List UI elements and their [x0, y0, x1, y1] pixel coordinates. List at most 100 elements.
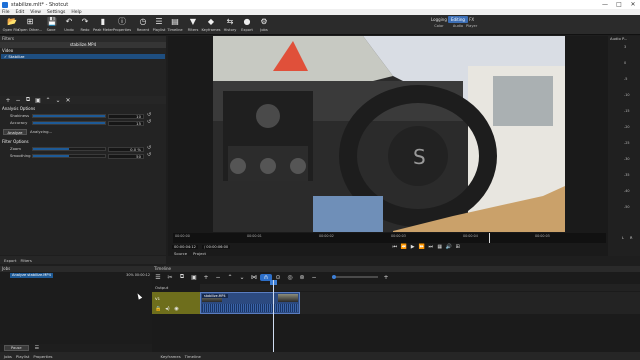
- job-row[interactable]: Analyze stabilize.MP4 30% 00:00:12: [0, 272, 152, 278]
- cut-icon[interactable]: ✂: [164, 274, 176, 281]
- overwrite-icon[interactable]: ⌄: [236, 274, 248, 281]
- smoothing-slider[interactable]: [32, 154, 106, 158]
- track-header-v1[interactable]: V1 🔒 ◂) ◉: [152, 292, 200, 314]
- rewind-icon[interactable]: ⏪: [399, 244, 408, 250]
- menu-help[interactable]: Help: [71, 10, 81, 15]
- menu-settings[interactable]: Settings: [47, 10, 65, 15]
- save-button[interactable]: 💾 Save: [42, 16, 60, 34]
- minimize-button[interactable]: —: [598, 1, 612, 8]
- export-icon: ●: [243, 17, 251, 26]
- mute-icon[interactable]: ◂): [163, 306, 172, 312]
- stabilize-filter-item[interactable]: ✓ Stabilize: [1, 54, 165, 59]
- maximize-button[interactable]: □: [612, 1, 626, 8]
- tab-timeline[interactable]: Timeline: [185, 354, 201, 359]
- current-timecode[interactable]: 00:00:04:12: [172, 245, 198, 249]
- zoom-out-icon[interactable]: −: [308, 274, 320, 281]
- peak-meter-button[interactable]: ▮ Peak Meter: [93, 16, 113, 34]
- timeline-clip[interactable]: stabilize.MP4: [200, 292, 300, 314]
- timeline-menu-icon[interactable]: ☰: [152, 274, 164, 281]
- open-other-button[interactable]: ⊞ Open Other...: [18, 16, 42, 34]
- tab-project[interactable]: Project: [193, 251, 206, 256]
- layout-player-button[interactable]: Player: [466, 24, 477, 28]
- copy-filter-button[interactable]: ⧉: [23, 96, 33, 104]
- accuracy-value[interactable]: 15: [108, 120, 144, 126]
- video-frame[interactable]: S: [213, 36, 565, 232]
- move-down-button[interactable]: ⌄: [53, 97, 63, 104]
- reset-icon[interactable]: ↺: [147, 153, 152, 158]
- skip-previous-icon[interactable]: ⏮: [390, 244, 399, 250]
- layout-fx-button[interactable]: FX: [466, 16, 477, 23]
- shakiness-value[interactable]: 10: [108, 113, 144, 119]
- paste-filter-button[interactable]: ▣: [33, 97, 43, 104]
- move-up-button[interactable]: ⌃: [43, 97, 53, 104]
- fast-forward-icon[interactable]: ⏩: [417, 244, 426, 250]
- menu-edit[interactable]: Edit: [16, 10, 25, 15]
- jobs-button[interactable]: ⚙ Jobs: [255, 16, 273, 34]
- filters-button[interactable]: ▼ Filters: [184, 16, 202, 34]
- paste-icon[interactable]: ▣: [188, 274, 200, 281]
- bottom-dock-tabs: Jobs Playlist Properties Keyframes Timel…: [0, 352, 640, 360]
- scrubber-playhead[interactable]: [489, 233, 490, 243]
- timeline-zoom-slider[interactable]: [332, 274, 378, 279]
- lift-icon[interactable]: ⌃: [224, 274, 236, 281]
- copy-icon[interactable]: ⧉: [176, 273, 188, 281]
- redo-button[interactable]: ↷ Redo: [76, 16, 94, 34]
- close-button[interactable]: ✕: [626, 1, 640, 8]
- jobs-menu-icon[interactable]: ☰: [35, 345, 39, 351]
- zoom-in-icon[interactable]: +: [380, 274, 392, 281]
- layout-editing-button[interactable]: Editing: [448, 16, 468, 23]
- split-icon[interactable]: ⋈: [248, 274, 260, 281]
- ripple-all-icon[interactable]: ⊚: [296, 274, 308, 281]
- scrubber-bar[interactable]: 00:00:00 00:00:01 00:00:02 00:00:03 00:00:04…: [173, 233, 606, 243]
- menu-file[interactable]: File: [2, 10, 10, 15]
- job-name[interactable]: Analyze stabilize.MP4: [10, 272, 53, 278]
- eye-icon[interactable]: ◉: [172, 306, 181, 312]
- tab-source[interactable]: Source: [174, 251, 187, 256]
- analyze-button[interactable]: Analyze: [3, 129, 27, 135]
- layout-audio-button[interactable]: Audio: [453, 24, 463, 28]
- tab-jobs[interactable]: Jobs: [4, 354, 12, 359]
- properties-button[interactable]: ⓘ Properties: [113, 16, 131, 34]
- scrubber-tick-label: 00:00:02: [319, 234, 334, 238]
- zoom-slider-handle[interactable]: [332, 274, 336, 279]
- zoom-slider[interactable]: [32, 147, 106, 151]
- accuracy-slider[interactable]: [32, 121, 106, 125]
- timeline-ruler[interactable]: [200, 284, 640, 291]
- pause-button[interactable]: Pause: [4, 345, 29, 351]
- keyframes-button[interactable]: ◆ Keyframes: [201, 16, 220, 34]
- toolbar-button-label: History: [223, 28, 237, 32]
- lock-icon[interactable]: 🔒: [154, 306, 163, 312]
- skip-next-icon[interactable]: ⏭: [426, 244, 435, 250]
- deselect-filter-button[interactable]: ✕: [63, 97, 73, 104]
- menu-view[interactable]: View: [30, 10, 41, 15]
- grid-icon[interactable]: ▦: [435, 244, 444, 250]
- video-track-v1[interactable]: stabilize.MP4: [200, 292, 640, 314]
- zoom-icon[interactable]: ⊞: [453, 244, 462, 250]
- play-icon[interactable]: ▶: [408, 244, 417, 250]
- tab-playlist[interactable]: Playlist: [16, 354, 30, 359]
- reset-icon[interactable]: ↺: [147, 120, 152, 125]
- reset-icon[interactable]: ↺: [147, 146, 152, 151]
- export-button[interactable]: ● Export: [238, 16, 256, 34]
- shakiness-slider[interactable]: [32, 114, 106, 118]
- tab-filters[interactable]: Filters: [20, 258, 31, 263]
- filters-icon: ▼: [189, 17, 197, 26]
- scrubber-tick-label: 00:00:05: [535, 234, 550, 238]
- layout-logging-button[interactable]: Logging: [428, 16, 450, 23]
- layout-color-button[interactable]: Color: [434, 24, 443, 28]
- tab-export[interactable]: Export: [4, 258, 16, 263]
- timeline-playhead[interactable]: [273, 280, 274, 352]
- volume-icon[interactable]: 🔊: [444, 244, 453, 250]
- ripple-icon[interactable]: ◎: [284, 274, 296, 281]
- remove-filter-button[interactable]: −: [13, 97, 23, 104]
- remove-icon[interactable]: −: [212, 274, 224, 281]
- tab-properties[interactable]: Properties: [33, 354, 52, 359]
- timeline-button[interactable]: ▤ Timeline: [166, 16, 184, 34]
- history-button[interactable]: ⇆ History: [221, 16, 239, 34]
- smoothing-value[interactable]: 50: [108, 153, 144, 159]
- reset-icon[interactable]: ↺: [147, 113, 152, 118]
- zoom-value[interactable]: 0.0 %: [108, 146, 144, 152]
- append-icon[interactable]: +: [200, 274, 212, 281]
- add-filter-button[interactable]: +: [3, 97, 13, 104]
- tab-keyframes[interactable]: Keyframes: [161, 354, 181, 359]
